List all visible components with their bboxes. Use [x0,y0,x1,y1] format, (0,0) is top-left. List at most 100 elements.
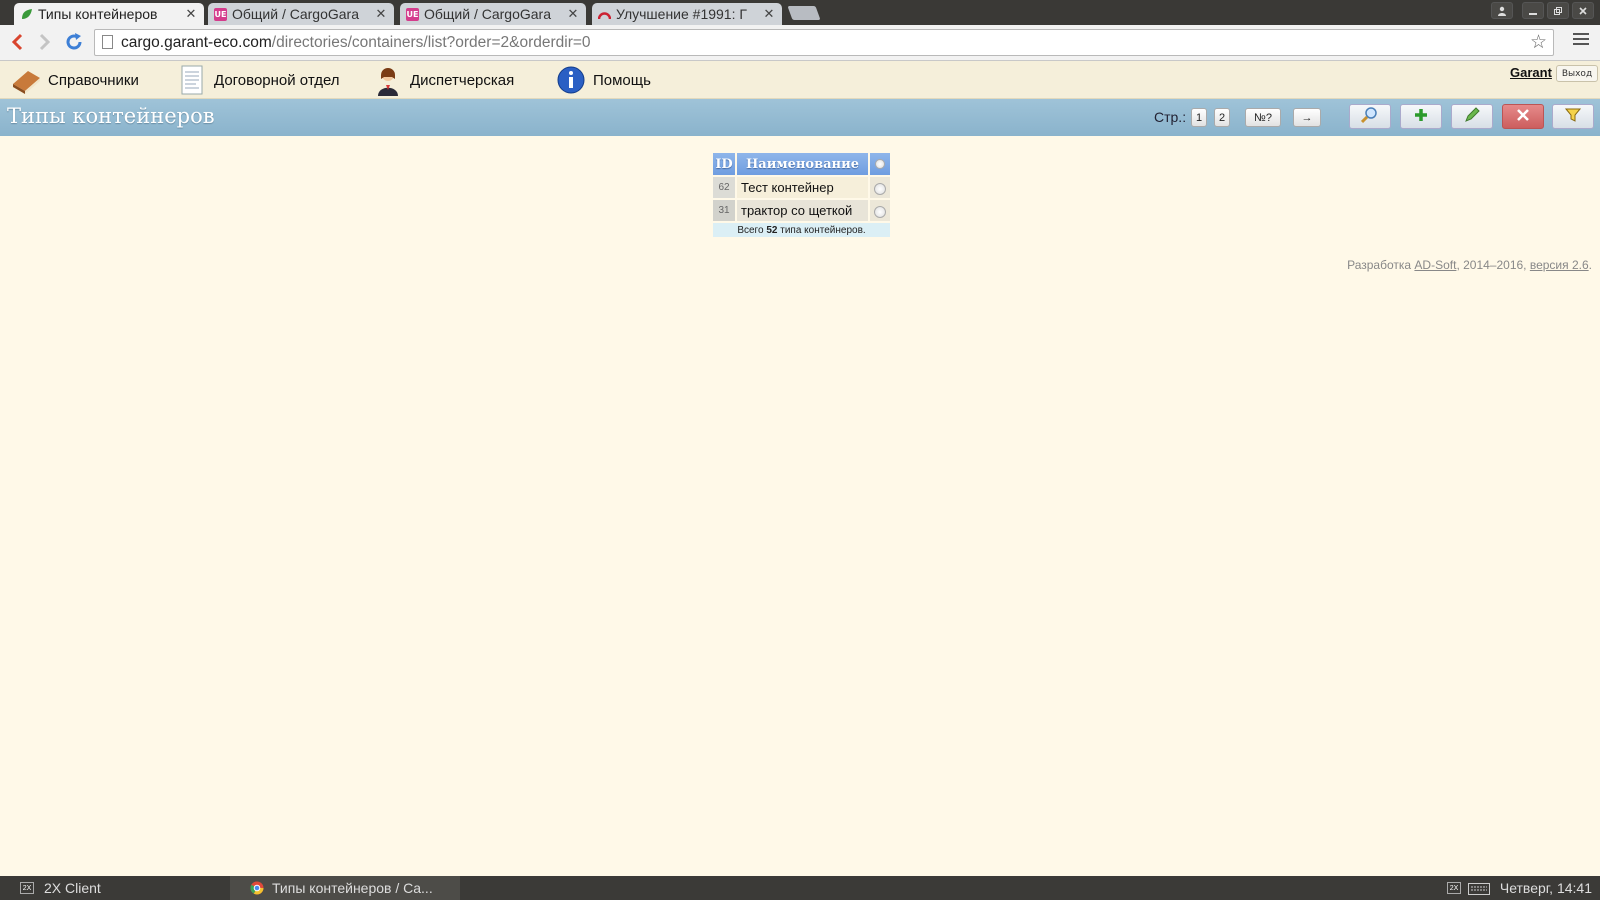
browser-tab-cargo-1[interactable]: UE Общий / CargoGara ✕ [208,3,394,25]
nav-item-contracts[interactable]: Договорной отдел [176,61,340,99]
table-row[interactable]: 31 трактор со щеткой [713,200,890,221]
close-icon[interactable]: ✕ [762,7,776,22]
containers-table: ID Наименование 62 Тест контейнер 31 тра… [711,151,892,239]
clock: Четверг, 14:41 [1499,880,1592,896]
reload-icon[interactable] [62,30,86,54]
close-icon[interactable]: ✕ [184,7,198,22]
dispatcher-icon [372,64,404,96]
close-icon[interactable]: ✕ [374,7,388,22]
browser-tab-title: Типы контейнеров [38,6,158,22]
search-button[interactable] [1349,104,1391,129]
page-icon [102,35,113,49]
back-arrow-icon[interactable] [5,30,29,54]
add-button[interactable] [1400,104,1442,129]
edit-button[interactable] [1451,104,1493,129]
url-host: cargo.garant-eco.com [121,34,272,51]
row-name[interactable]: Тест контейнер [737,177,868,198]
footer-prefix: Всего [737,224,764,236]
restore-window-icon[interactable] [1547,2,1569,19]
book-icon [10,64,42,96]
page-title: Типы контейнеров [7,104,215,128]
radio-icon [873,182,886,195]
goto-page-button[interactable]: №? [1245,108,1281,127]
table-header-row: ID Наименование [713,153,890,175]
radio-icon [873,205,886,218]
delete-x-icon [1515,107,1531,127]
credits-prefix: Разработка [1347,258,1412,272]
footer-count: 52 [766,224,778,236]
browser-tab-issue[interactable]: Улучшение #1991: Г ✕ [592,3,782,25]
page-button-1[interactable]: 1 [1191,108,1207,127]
page-button-2[interactable]: 2 [1214,108,1230,127]
pencil-icon [1463,106,1481,128]
version-link[interactable]: версия 2.6 [1530,258,1589,272]
company-link[interactable]: AD-Soft [1414,258,1456,272]
row-id: 31 [713,200,735,221]
nav-item-label: Справочники [48,71,139,89]
credits: Разработка AD-Soft, 2014–2016, версия 2.… [1347,258,1592,272]
taskbar-item-browser[interactable]: Типы контейнеров / Ca... [230,876,460,900]
close-window-icon[interactable] [1572,2,1594,19]
table-footer: Всего 52 типа контейнеров. [713,223,890,237]
bookmark-star-icon[interactable]: ☆ [1530,30,1547,55]
os-taskbar: 2X 2X Client Типы контейнеров / Ca... 2X… [0,876,1600,900]
browser-tab-title: Улучшение #1991: Г [616,6,747,22]
taskbar-item-2x-client[interactable]: 2X 2X Client [0,876,230,900]
row-select-radio[interactable] [869,177,890,198]
nav-item-label: Диспетчерская [410,71,515,89]
ue-favicon-icon: UE [214,7,227,21]
table-row[interactable]: 62 Тест контейнер [713,177,890,198]
leaf-icon [20,8,33,21]
app-nav: Справочники Договорной отдел Диспетчерск… [0,61,1600,99]
plus-icon [1413,107,1429,127]
title-bar: Типы контейнеров Стр.: 1 2 №? → [0,99,1600,136]
browser-tab-strip: Типы контейнеров ✕ UE Общий / CargoGara … [0,0,1600,25]
chrome-icon [250,881,264,895]
browser-toolbar: cargo.garant-eco.com/directories/contain… [0,25,1600,61]
document-icon [176,64,208,96]
row-name[interactable]: трактор со щеткой [737,200,868,221]
nav-item-label: Договорной отдел [214,71,340,89]
search-icon [1360,106,1379,128]
filter-icon [1564,107,1582,127]
nav-item-dispatcher[interactable]: Диспетчерская [372,61,514,99]
taskbar-item-label: 2X Client [44,880,101,896]
next-page-button[interactable]: → [1293,108,1321,127]
tray-2x-icon[interactable]: 2X [1447,882,1461,894]
filter-button[interactable] [1552,104,1594,129]
browser-menu-icon[interactable] [1573,33,1589,48]
row-select-radio[interactable] [869,200,890,221]
table-footer-row: Всего 52 типа контейнеров. [713,223,890,237]
remote-client-icon: 2X [20,882,34,894]
user-profile-icon[interactable] [1491,2,1513,19]
nav-item-directories[interactable]: Справочники [10,61,139,99]
nav-item-label: Помощь [593,71,651,89]
nav-item-help[interactable]: Помощь [555,61,651,99]
footer-suffix: типа контейнеров. [780,224,866,236]
browser-tab-title: Общий / CargoGara [232,6,359,22]
close-icon[interactable]: ✕ [566,7,580,22]
row-id: 62 [713,177,735,198]
keyboard-icon[interactable] [1468,882,1490,898]
credits-years: , 2014–2016, [1456,258,1530,272]
pager-label: Стр.: [1154,109,1187,125]
browser-tab-cargo-2[interactable]: UE Общий / CargoGara ✕ [400,3,586,25]
ue-favicon-icon: UE [406,7,419,21]
minimize-window-icon[interactable] [1522,2,1544,19]
select-all-radio[interactable] [869,153,890,175]
new-tab-button[interactable] [787,6,821,20]
delete-button[interactable] [1502,104,1544,129]
redmine-icon [598,8,611,21]
user-link[interactable]: Garant [1510,65,1552,80]
info-icon [555,64,587,96]
logout-button[interactable]: Выход [1556,65,1598,82]
forward-arrow-icon[interactable] [33,30,57,54]
browser-tab-containers[interactable]: Типы контейнеров ✕ [14,3,204,25]
radio-icon [874,159,885,169]
column-header-name[interactable]: Наименование [737,153,868,175]
address-bar[interactable]: cargo.garant-eco.com/directories/contain… [94,29,1554,56]
url-path: /directories/containers/list?order=2&ord… [271,34,591,51]
taskbar-item-label: Типы контейнеров / Ca... [272,880,433,896]
column-header-id[interactable]: ID [713,153,735,175]
credits-end: . [1588,258,1592,272]
